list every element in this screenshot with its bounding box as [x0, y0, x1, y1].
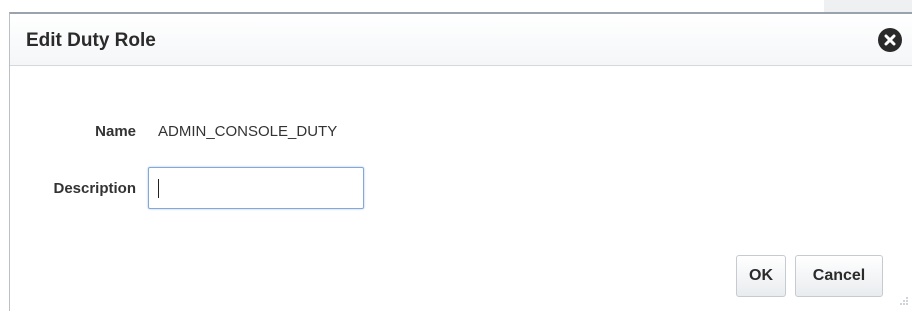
- resize-grip-icon[interactable]: [895, 294, 909, 308]
- description-input[interactable]: [148, 167, 364, 209]
- dialog-title: Edit Duty Role: [26, 30, 156, 51]
- name-label: Name: [95, 123, 136, 140]
- cancel-button[interactable]: Cancel: [795, 255, 883, 297]
- close-icon[interactable]: [878, 28, 902, 52]
- edit-duty-role-dialog: Edit Duty Role Name ADMIN_CONSOLE_DUTY D…: [9, 12, 912, 311]
- text-caret: [158, 179, 159, 198]
- page-background: [0, 0, 912, 12]
- name-value: ADMIN_CONSOLE_DUTY: [158, 123, 338, 140]
- ok-button[interactable]: OK: [736, 255, 786, 297]
- description-label: Description: [53, 180, 136, 197]
- page-background-strip: [824, 0, 912, 12]
- dialog-header: Edit Duty Role: [10, 14, 912, 66]
